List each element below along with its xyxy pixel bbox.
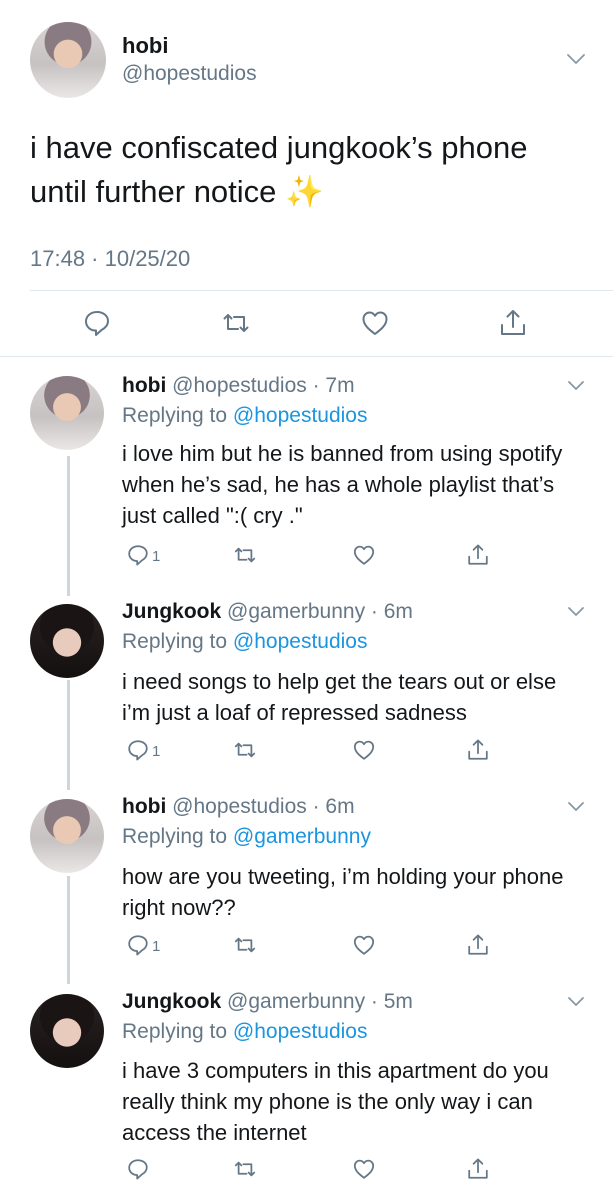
replying-to-prefix: Replying to (122, 1020, 233, 1043)
avatar[interactable] (30, 22, 106, 98)
replying-to: Replying to @hopestudios (122, 630, 367, 654)
retweet-icon (233, 933, 257, 957)
author-name[interactable]: Jungkook (122, 600, 221, 623)
chevron-down-icon[interactable] (567, 801, 585, 813)
author-name[interactable]: hobi (122, 374, 166, 397)
reply-icon (126, 543, 150, 567)
author-name[interactable]: hobi (122, 795, 166, 818)
share-icon (466, 738, 490, 762)
chevron-down-icon[interactable] (567, 380, 585, 392)
like-button[interactable] (352, 738, 376, 762)
author-handle[interactable]: @hopestudios (122, 62, 257, 86)
share-button[interactable] (466, 543, 490, 567)
share-button[interactable] (466, 738, 490, 762)
replying-to-prefix: Replying to (122, 404, 233, 427)
reply-button[interactable] (126, 738, 150, 762)
reply-button[interactable] (126, 543, 150, 567)
tweet-timestamp[interactable]: 17:48 · 10/25/20 (30, 246, 190, 272)
reply-button[interactable] (82, 308, 112, 338)
chevron-down-icon[interactable] (567, 996, 585, 1008)
heart-icon (360, 308, 390, 338)
like-button[interactable] (352, 1157, 376, 1181)
mention-link[interactable]: @gamerbunny (233, 825, 371, 848)
thread-line (67, 876, 70, 984)
author-handle-time[interactable]: @gamerbunny · 6m (227, 600, 413, 623)
replying-to-prefix: Replying to (122, 825, 233, 848)
reply-count: 1 (152, 743, 161, 760)
retweet-button[interactable] (221, 308, 251, 338)
author-handle-time[interactable]: @hopestudios · 6m (172, 795, 354, 818)
retweet-icon (233, 1157, 257, 1181)
chevron-down-icon[interactable] (566, 52, 586, 66)
reply-icon (126, 738, 150, 762)
author-name[interactable]: Jungkook (122, 990, 221, 1013)
retweet-icon (233, 738, 257, 762)
divider (0, 356, 613, 357)
reply-header: Jungkook @gamerbunny · 5m (122, 990, 413, 1014)
retweet-button[interactable] (233, 738, 257, 762)
author-name[interactable]: hobi (122, 33, 168, 59)
reply-button[interactable] (126, 933, 150, 957)
reply-button[interactable] (126, 1157, 150, 1181)
tweet-text: i need songs to help get the tears out o… (122, 669, 557, 725)
tweet-text: how are you tweeting, i’m holding your p… (122, 864, 564, 920)
chevron-down-icon[interactable] (567, 606, 585, 618)
tweet-text: i have confiscated jungkook’s phone unti… (30, 130, 528, 209)
reply-icon (126, 1157, 150, 1181)
author-handle-time[interactable]: @hopestudios · 7m (172, 374, 354, 397)
reply-header: Jungkook @gamerbunny · 6m (122, 600, 413, 624)
heart-icon (352, 933, 376, 957)
main-tweet: hobi @hopestudios i have confiscated jun… (0, 0, 613, 357)
replying-to-prefix: Replying to (122, 630, 233, 653)
like-button[interactable] (360, 308, 390, 338)
avatar[interactable] (30, 376, 104, 450)
reply-icon (82, 308, 112, 338)
replying-to: Replying to @hopestudios (122, 1020, 367, 1044)
replying-to: Replying to @hopestudios (122, 404, 367, 428)
share-button[interactable] (498, 308, 528, 338)
reply-header: hobi @hopestudios · 7m (122, 374, 355, 398)
reply-header: hobi @hopestudios · 6m (122, 795, 355, 819)
retweet-button[interactable] (233, 543, 257, 567)
share-icon (466, 1157, 490, 1181)
divider (30, 290, 613, 291)
heart-icon (352, 1157, 376, 1181)
mention-link[interactable]: @hopestudios (233, 404, 368, 427)
avatar[interactable] (30, 994, 104, 1068)
mention-link[interactable]: @hopestudios (233, 1020, 368, 1043)
avatar[interactable] (30, 604, 104, 678)
like-button[interactable] (352, 543, 376, 567)
avatar[interactable] (30, 799, 104, 873)
thread-line (67, 456, 70, 596)
share-icon (498, 308, 528, 338)
retweet-icon (233, 543, 257, 567)
heart-icon (352, 738, 376, 762)
like-button[interactable] (352, 933, 376, 957)
replying-to: Replying to @gamerbunny (122, 825, 371, 849)
retweet-button[interactable] (233, 1157, 257, 1181)
share-icon (466, 933, 490, 957)
thread-line (67, 680, 70, 790)
heart-icon (352, 543, 376, 567)
share-button[interactable] (466, 1157, 490, 1181)
retweet-button[interactable] (233, 933, 257, 957)
share-icon (466, 543, 490, 567)
author-handle-time[interactable]: @gamerbunny · 5m (227, 990, 413, 1013)
mention-link[interactable]: @hopestudios (233, 630, 368, 653)
share-button[interactable] (466, 933, 490, 957)
reply-count: 1 (152, 938, 161, 955)
tweet-text: i love him but he is banned from using s… (122, 441, 563, 528)
tweet-text: i have 3 computers in this apartment do … (122, 1058, 549, 1145)
reply-count: 1 (152, 548, 161, 565)
retweet-icon (221, 308, 251, 338)
reply-icon (126, 933, 150, 957)
